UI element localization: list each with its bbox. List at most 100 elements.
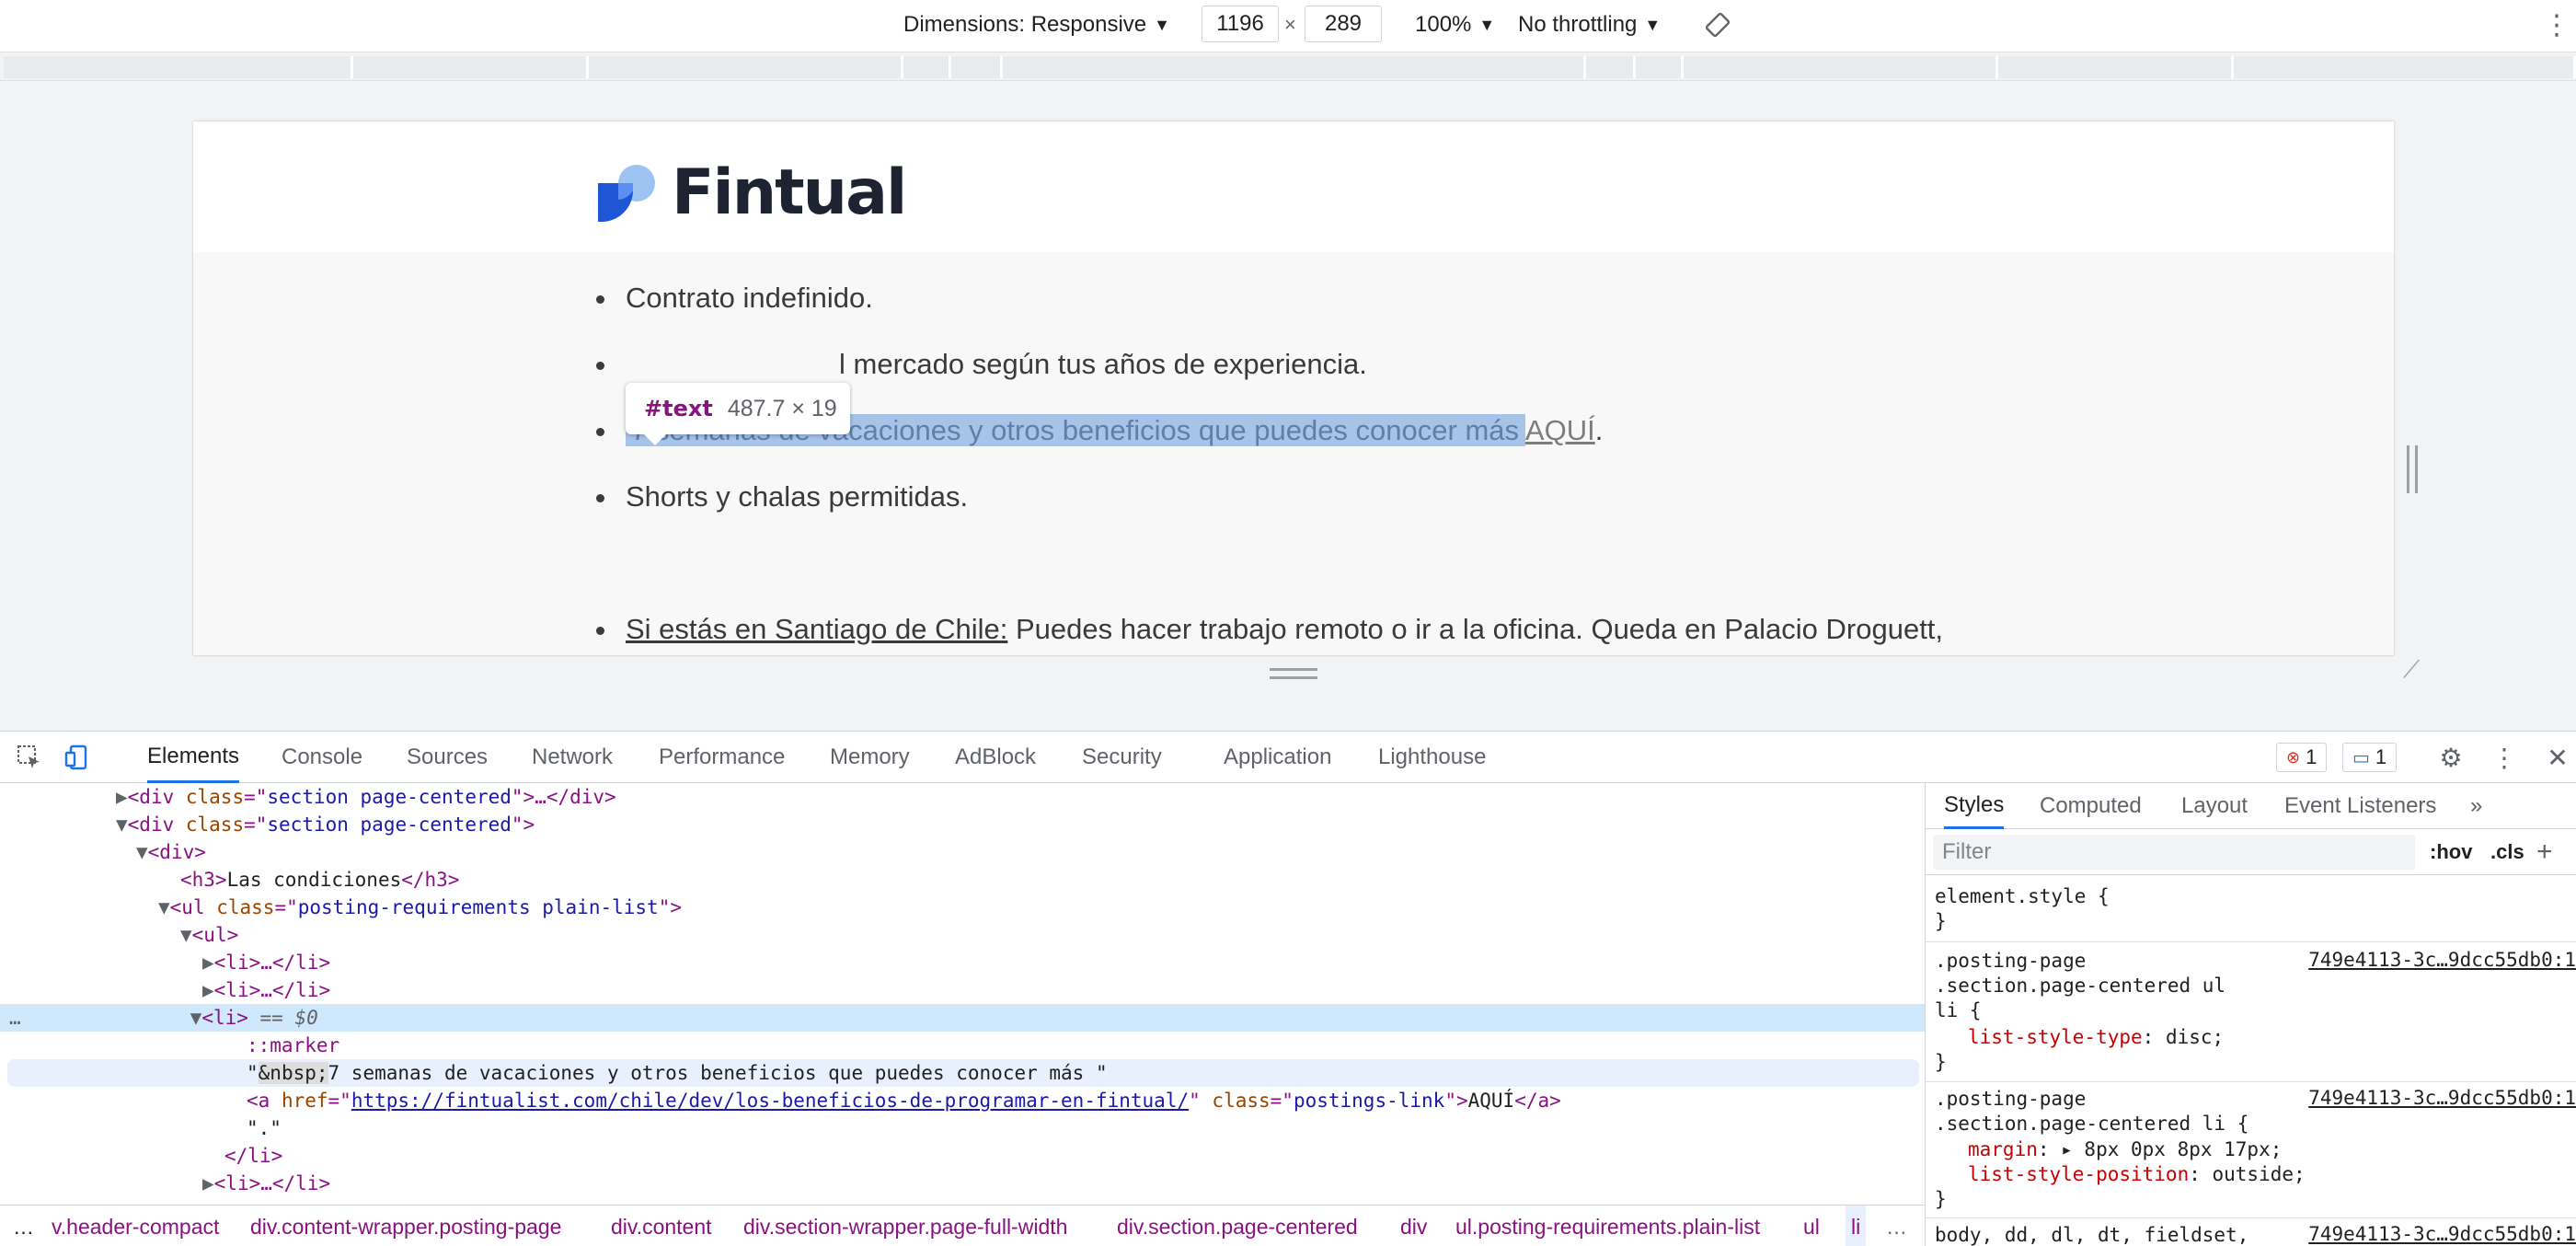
collapse-arrow-icon[interactable]: ▼ [136, 841, 148, 863]
breadcrumb-item[interactable]: div.section.page-centered [1117, 1206, 1358, 1246]
dom-node[interactable]: ▶<li>…</li> [0, 949, 1925, 976]
location-label[interactable]: Si estás en Santiago de Chile: [626, 613, 1007, 645]
dom-node[interactable]: ▼<div class="section page-centered"> [0, 811, 1925, 838]
dom-text-node[interactable]: "&nbsp;7 semanas de vacaciones y otros b… [7, 1059, 1919, 1087]
close-icon[interactable]: ✕ [2541, 741, 2574, 774]
more-options-icon[interactable]: ⋮ [2488, 741, 2521, 774]
dom-node[interactable]: ▶<div class="section page-centered">…</d… [0, 783, 1925, 811]
tab-security[interactable]: Security [1082, 732, 1162, 783]
dom-node[interactable]: ▼<ul> [0, 921, 1925, 949]
breadcrumb-item[interactable]: div [1400, 1206, 1427, 1246]
ruler-segment[interactable] [353, 56, 589, 78]
style-rule-selector[interactable]: body, dd, dl, dt, fieldset, [1935, 1223, 2248, 1246]
tab-memory[interactable]: Memory [830, 732, 910, 783]
style-declaration[interactable]: list-style-type: disc; [1968, 1025, 2224, 1050]
settings-gear-icon[interactable]: ⚙ [2434, 741, 2467, 774]
breadcrumb-item[interactable]: div.content-wrapper.posting-page [250, 1206, 561, 1246]
tab-console[interactable]: Console [282, 732, 362, 783]
tab-computed[interactable]: Computed [2040, 783, 2142, 829]
breadcrumb-item[interactable]: v.header-compact [52, 1206, 219, 1246]
ruler-segment[interactable] [589, 56, 903, 78]
style-rule-source-link[interactable]: 749e4113-3c…9dcc55db0:1 [2308, 1087, 2576, 1109]
width-input[interactable]: 1196 [1202, 6, 1279, 42]
message-icon: ▭ [2352, 747, 2370, 768]
ruler-segment[interactable] [1684, 56, 1998, 78]
more-options-icon[interactable]: ⋮ [2543, 0, 2570, 50]
dimensions-dropdown[interactable]: Dimensions: Responsive ▼ [903, 0, 1170, 50]
ruler-segment[interactable] [1998, 56, 2234, 78]
ruler-segment[interactable] [903, 56, 951, 78]
dom-node[interactable]: ▶<li>…</li> [0, 976, 1925, 1004]
collapse-arrow-icon[interactable]: ▼ [180, 924, 192, 946]
style-declaration[interactable]: margin: ▸ 8px 0px 8px 17px; [1968, 1137, 2282, 1162]
style-rule-source-link[interactable]: 749e4113-3c…9dcc55db0:1 [2308, 1223, 2576, 1245]
error-count-badge[interactable]: ⊗ 1 [2276, 743, 2328, 772]
message-count-badge[interactable]: ▭ 1 [2342, 743, 2398, 772]
expand-arrow-icon[interactable]: ▶ [202, 952, 214, 974]
resize-handle-right[interactable] [2407, 445, 2418, 493]
dom-node[interactable]: <a href="https://fintualist.com/chile/de… [0, 1087, 1925, 1114]
add-rule-icon[interactable]: + [2536, 829, 2553, 875]
breadcrumb-item[interactable]: ul.posting-requirements.plain-list [1455, 1206, 1760, 1246]
breadcrumb-scroll-right[interactable]: … [1886, 1206, 1907, 1246]
style-declaration[interactable]: list-style-position: outside; [1968, 1162, 2306, 1187]
chevron-down-icon: ▼ [1478, 15, 1496, 34]
style-rule-selector[interactable]: .posting-page .section.page-centered li … [1935, 1087, 2248, 1136]
ruler-segment[interactable] [2234, 56, 2576, 78]
collapse-arrow-icon[interactable]: ▼ [190, 1007, 202, 1029]
styles-filter-input[interactable]: Filter [1933, 835, 2415, 870]
device-toggle-icon[interactable] [61, 741, 94, 774]
tab-network[interactable]: Network [532, 732, 613, 783]
dom-node[interactable]: ▼<div> [0, 838, 1925, 866]
dom-node[interactable]: ::marker [0, 1032, 1925, 1059]
rotate-icon[interactable] [1704, 0, 1731, 50]
dom-node[interactable]: <h3>Las condiciones</h3> [0, 866, 1925, 894]
ruler-segment[interactable] [951, 56, 1003, 78]
aqui-link[interactable]: AQUÍ [1525, 414, 1595, 446]
ruler-segment[interactable] [1586, 56, 1636, 78]
tab-event-listeners[interactable]: Event Listeners [2284, 783, 2436, 829]
dom-node[interactable]: ▶<li>…</li> [0, 1170, 1925, 1197]
cls-toggle[interactable]: .cls [2490, 829, 2524, 875]
style-rule-source-link[interactable]: 749e4113-3c…9dcc55db0:1 [2308, 949, 2576, 971]
tab-layout[interactable]: Layout [2181, 783, 2248, 829]
tab-lighthouse[interactable]: Lighthouse [1378, 732, 1486, 783]
ruler-segment[interactable] [1003, 56, 1586, 78]
style-rule-selector[interactable]: .posting-page .section.page-centered ul … [1935, 949, 2225, 1023]
ruler-segment[interactable] [4, 56, 353, 78]
more-tabs-icon[interactable]: » [2470, 783, 2482, 829]
tab-application[interactable]: Application [1224, 732, 1331, 783]
tab-performance[interactable]: Performance [659, 732, 785, 783]
tab-sources[interactable]: Sources [407, 732, 488, 783]
resize-corner-icon[interactable]: ⟋ [2403, 655, 2420, 685]
throttling-dropdown[interactable]: No throttling ▼ [1518, 0, 1661, 50]
height-input[interactable]: 289 [1305, 6, 1382, 42]
fintual-logo[interactable]: Fintual [596, 156, 907, 229]
href-link[interactable]: https://fintualist.com/chile/dev/los-ben… [351, 1090, 1189, 1112]
breadcrumb-item[interactable]: ul [1803, 1206, 1820, 1246]
breadcrumb-item[interactable]: div.content [611, 1206, 712, 1246]
more-icon[interactable]: … [0, 1007, 21, 1029]
expand-arrow-icon[interactable]: ▶ [116, 786, 128, 808]
breadcrumb-item[interactable]: div.section-wrapper.page-full-width [743, 1206, 1067, 1246]
resize-handle-bottom[interactable] [1270, 668, 1317, 679]
dom-node[interactable]: </li> [0, 1142, 1925, 1170]
collapse-arrow-icon[interactable]: ▼ [158, 896, 170, 918]
dom-node-selected[interactable]: … ▼<li> == $0 [0, 1004, 1925, 1032]
dom-node[interactable]: ▼<ul class="posting-requirements plain-l… [0, 894, 1925, 921]
ruler-segment[interactable] [1636, 56, 1684, 78]
breadcrumb-scroll-left[interactable]: … [13, 1206, 34, 1246]
dom-text-node[interactable]: "." [0, 1114, 1925, 1142]
zoom-dropdown[interactable]: 100% ▼ [1415, 0, 1495, 50]
message-count: 1 [2375, 745, 2387, 768]
hov-toggle[interactable]: :hov [2430, 829, 2472, 875]
tab-styles[interactable]: Styles [1944, 783, 2005, 829]
breadcrumb-item-active[interactable]: li [1846, 1206, 1867, 1246]
tab-adblock[interactable]: AdBlock [955, 732, 1036, 783]
expand-arrow-icon[interactable]: ▶ [202, 1172, 214, 1194]
element-style-rule[interactable]: element.style { } [1935, 884, 2110, 934]
tab-elements[interactable]: Elements [147, 732, 240, 783]
expand-arrow-icon[interactable]: ▶ [202, 979, 214, 1001]
collapse-arrow-icon[interactable]: ▼ [116, 813, 128, 836]
inspect-element-icon[interactable] [13, 741, 46, 774]
